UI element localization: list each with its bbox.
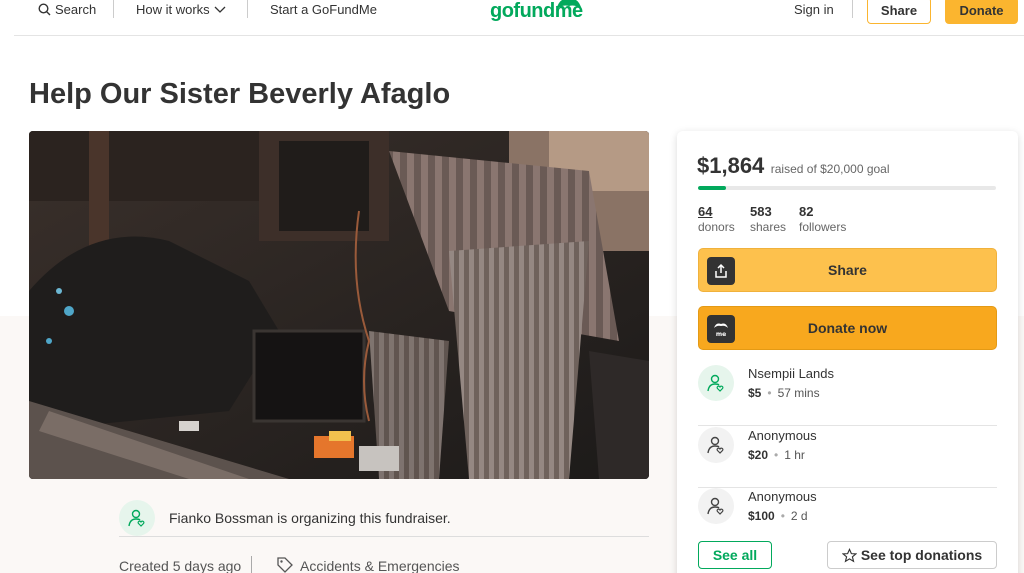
raised-goal-text: raised of $20,000 goal [770, 162, 890, 176]
search-label: Search [55, 2, 97, 17]
nav-divider [852, 0, 853, 18]
shares-label: shares [750, 220, 787, 234]
dot-separator: • [774, 448, 779, 462]
donation-item: Anonymous $20 • 1 hr [698, 426, 997, 488]
campaign-hero-image[interactable] [29, 131, 649, 479]
sign-in-label: Sign in [794, 2, 834, 17]
search-icon [38, 3, 51, 16]
donors-count: 64 [698, 204, 713, 219]
donation-details: $20 • 1 hr [748, 448, 805, 462]
start-gofundme-link[interactable]: Start a GoFundMe [270, 2, 377, 17]
how-it-works-menu[interactable]: How it works [136, 2, 226, 17]
donate-now-label: Donate now [807, 320, 888, 336]
see-top-donations-label: See top donations [860, 547, 983, 563]
followers-stat: 82 followers [799, 204, 846, 234]
page-title: Help Our Sister Beverly Afaglo [29, 78, 451, 110]
meta-divider [251, 556, 252, 573]
see-top-donations-button[interactable]: See top donations [827, 541, 997, 569]
donor-heart-icon [707, 497, 724, 515]
organizer-divider [119, 536, 649, 537]
dot-separator: • [767, 386, 772, 400]
donation-time: 1 hr [784, 448, 805, 462]
raised-amount: $1,864 [697, 153, 765, 178]
logo-sprout-icon [556, 0, 582, 10]
donation-time: 57 mins [777, 386, 820, 400]
shares-count: 583 [750, 204, 772, 219]
how-it-works-label: How it works [136, 2, 210, 17]
star-icon [841, 547, 857, 562]
followers-label: followers [799, 220, 847, 234]
chevron-down-icon [214, 6, 226, 13]
donor-avatar [698, 488, 734, 524]
organizer-avatar [119, 500, 155, 536]
donation-item: Anonymous $100 • 2 d [698, 487, 997, 549]
user-heart-icon [128, 509, 145, 527]
donors-label: donors [698, 220, 735, 234]
organizer-text: Fianko Bossman is organizing this fundra… [169, 510, 451, 526]
start-gofundme-label: Start a GoFundMe [270, 2, 377, 17]
donate-now-button[interactable]: me Donate now [698, 306, 997, 350]
nav-divider [113, 0, 114, 18]
see-all-button[interactable]: See all [698, 541, 772, 569]
created-date: Created 5 days ago [119, 558, 242, 573]
donation-sidebar-card: $1,864 raised of $20,000 goal 64 donors … [677, 131, 1018, 573]
share-button[interactable]: Share [698, 248, 997, 292]
donation-amount: $20 [748, 448, 769, 462]
share-button-label: Share [828, 262, 867, 278]
raised-summary: $1,864 raised of $20,000 goal [697, 153, 890, 179]
nav-divider [247, 0, 248, 18]
donor-heart-icon [707, 374, 724, 392]
gofundme-me-icon: me [707, 315, 735, 343]
donation-details: $100 • 2 d [748, 509, 808, 523]
donor-heart-icon [707, 436, 724, 454]
donor-avatar [698, 365, 734, 401]
category-link[interactable]: Accidents & Emergencies [300, 558, 460, 573]
progress-bar [698, 186, 996, 190]
dot-separator: • [780, 509, 785, 523]
donor-name: Nsempii Lands [748, 366, 834, 381]
header-donate-button[interactable]: Donate [945, 0, 1018, 24]
donor-name: Anonymous [748, 428, 817, 443]
header-share-button[interactable]: Share [867, 0, 931, 24]
svg-text:me: me [716, 331, 726, 338]
donor-name: Anonymous [748, 489, 817, 504]
donors-stat[interactable]: 64 donors [698, 204, 735, 234]
progress-bar-fill [698, 186, 726, 190]
shares-stat: 583 shares [750, 204, 786, 234]
donation-details: $5 • 57 mins [748, 386, 820, 400]
fire-damage-photo [29, 131, 649, 479]
tag-icon [277, 557, 293, 573]
sign-in-link[interactable]: Sign in [794, 2, 834, 17]
donation-item: Nsempii Lands $5 • 57 mins [698, 364, 997, 426]
donor-avatar [698, 427, 734, 463]
donation-amount: $100 [748, 509, 775, 523]
share-upload-icon [707, 257, 735, 285]
donation-time: 2 d [790, 509, 808, 523]
followers-count: 82 [799, 204, 814, 219]
search-link[interactable]: Search [38, 2, 96, 17]
donation-amount: $5 [748, 386, 762, 400]
